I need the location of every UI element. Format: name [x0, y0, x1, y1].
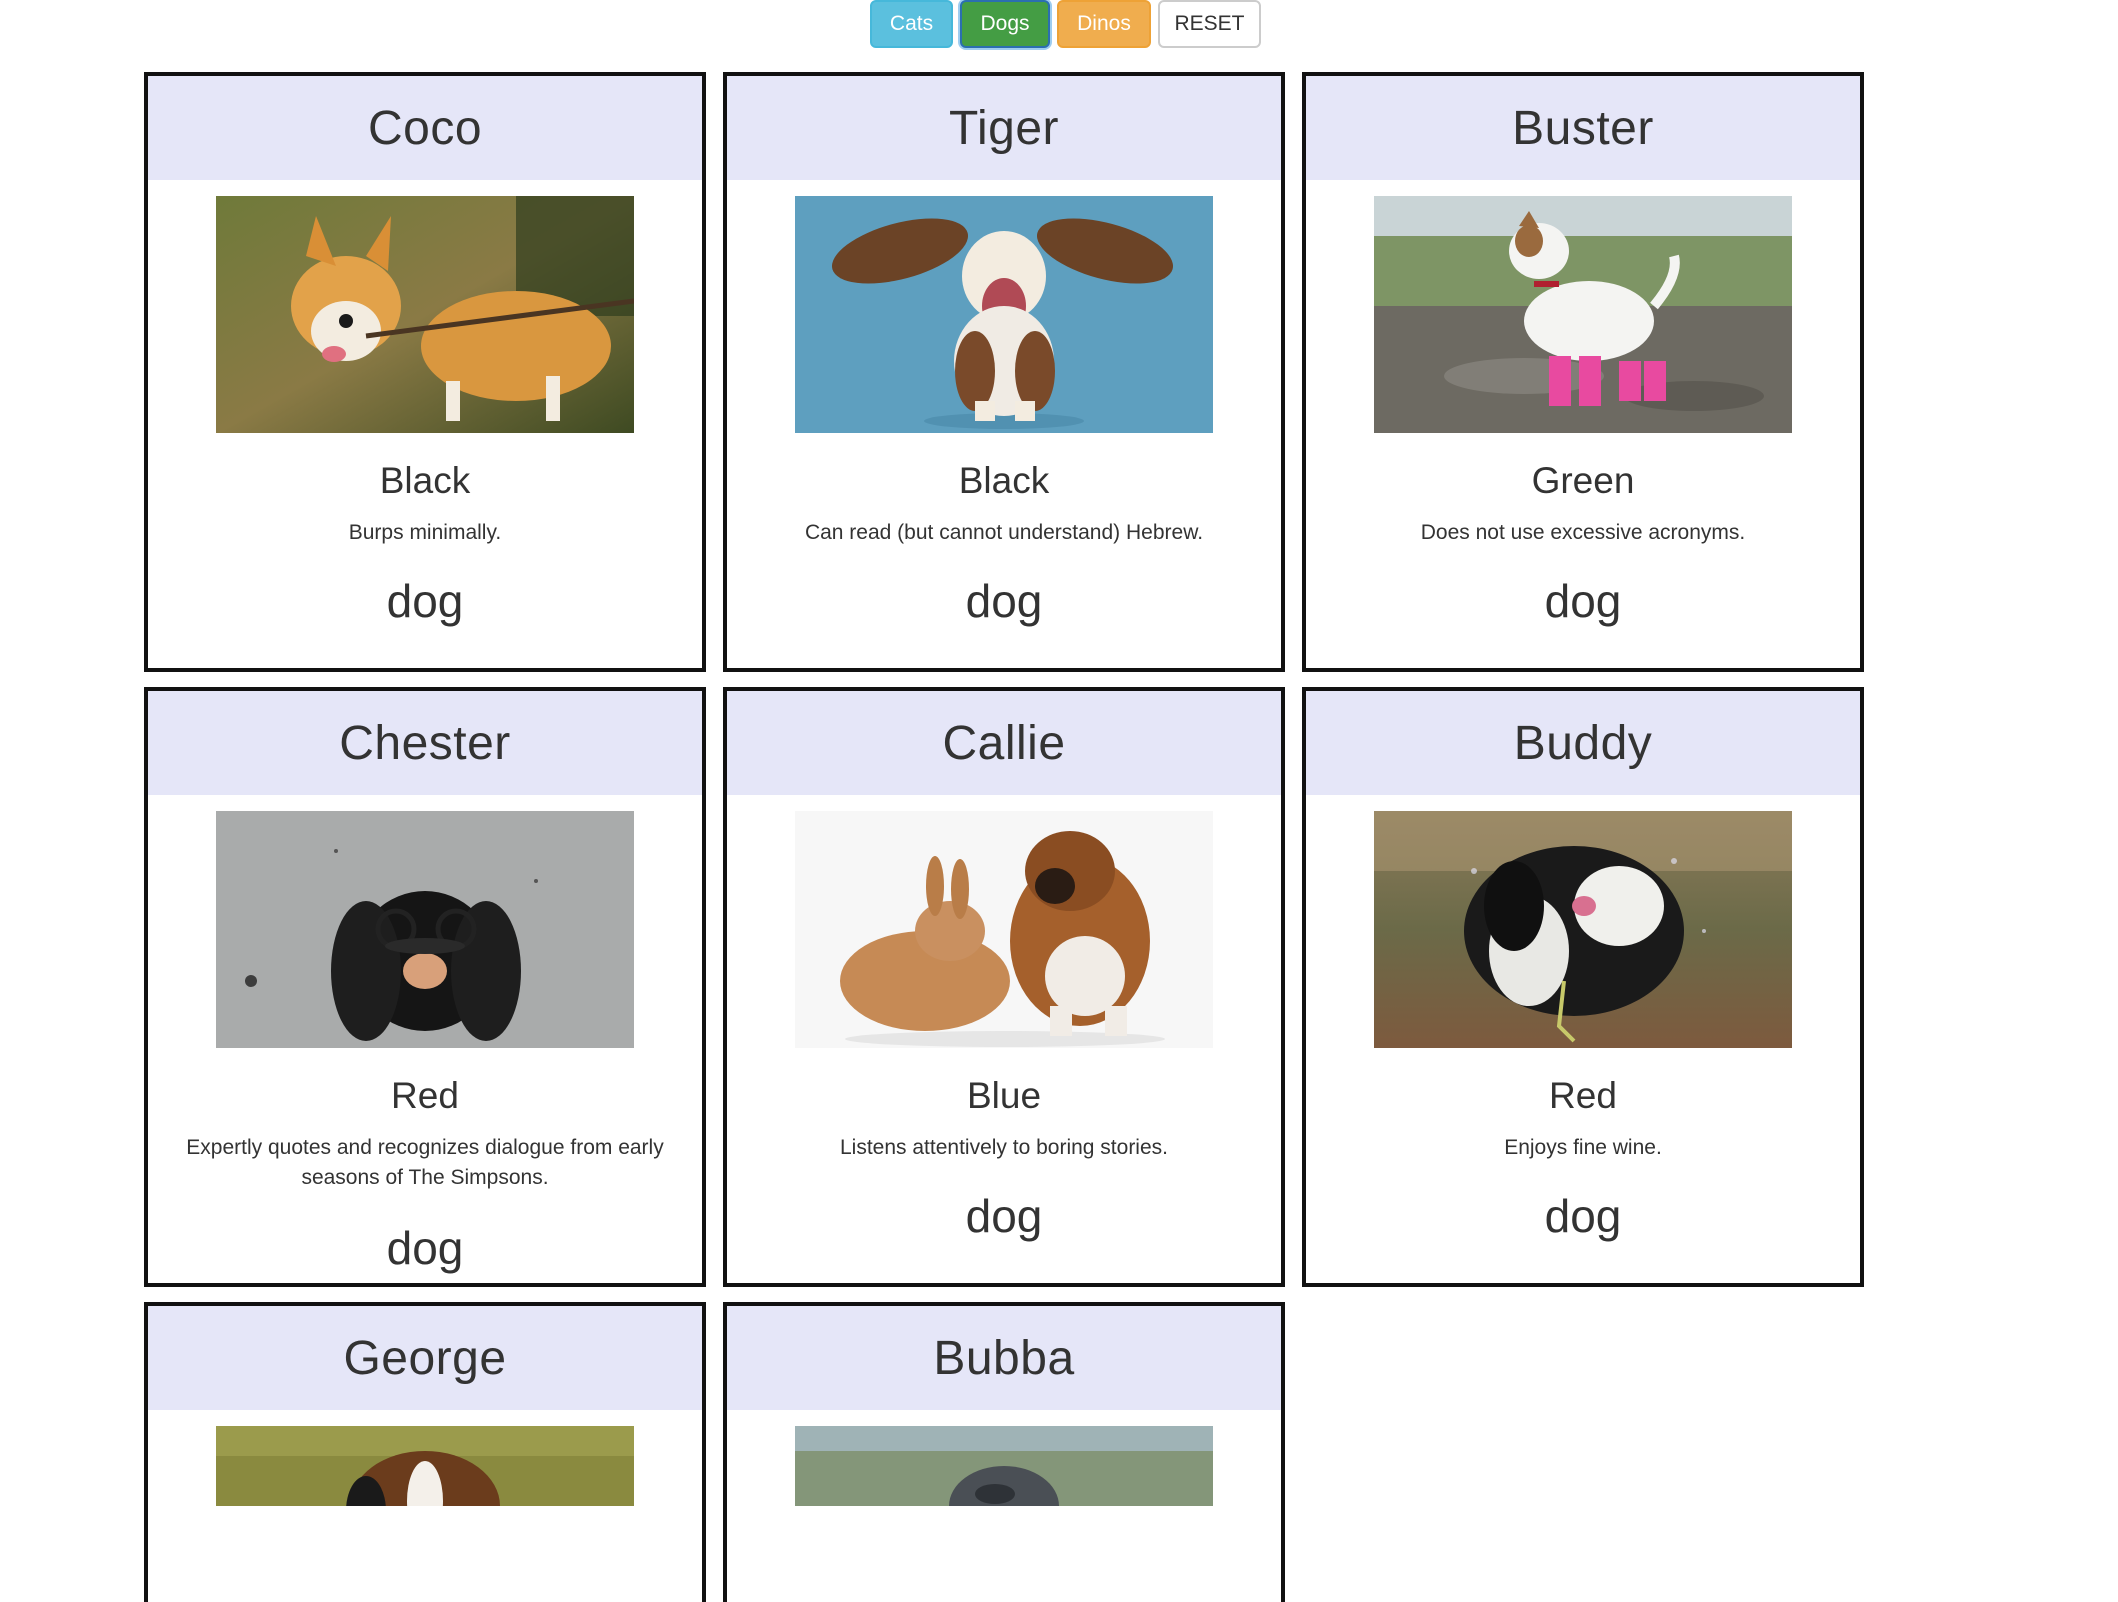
pet-type: dog — [1544, 1190, 1622, 1242]
pet-type: dog — [386, 1222, 464, 1274]
pet-name: Callie — [727, 691, 1281, 795]
pet-type: dog — [965, 1190, 1043, 1242]
cats-filter-button[interactable]: Cats — [870, 0, 953, 48]
pet-description: Expertly quotes and recognizes dialogue … — [186, 1136, 664, 1189]
pet-card: Tiger Black Can read (but cannot underst… — [723, 72, 1285, 672]
pet-card: Buster Green Does not use excessive acro… — [1302, 72, 1864, 672]
spaniel-with-disguise-glasses-photo — [216, 811, 634, 1048]
boxer-puppy-and-rabbit-photo — [795, 811, 1213, 1048]
pet-name: Chester — [148, 691, 702, 795]
pet-card: Chester Red Expertly quotes and recogniz… — [144, 687, 706, 1287]
pet-type: dog — [965, 575, 1043, 627]
pet-color: Red — [391, 1075, 459, 1116]
jack-russell-pink-boots-photo — [1374, 196, 1792, 433]
pet-color: Black — [958, 460, 1050, 501]
pet-color: Red — [1549, 1075, 1617, 1116]
pet-card: George — [144, 1302, 706, 1602]
pet-name: George — [148, 1306, 702, 1410]
pet-color: Black — [379, 460, 471, 501]
wet-dog-shaking-photo — [1374, 811, 1792, 1048]
reset-button[interactable]: RESET — [1158, 0, 1261, 48]
pet-description: Can read (but cannot understand) Hebrew. — [804, 521, 1204, 544]
pet-name: Buster — [1306, 76, 1860, 180]
pet-type: dog — [386, 575, 464, 627]
corgi-with-stick-photo — [216, 196, 634, 433]
pet-name: Coco — [148, 76, 702, 180]
basset-hound-flying-ears-photo — [795, 196, 1213, 433]
pet-description: Listens attentively to boring stories. — [839, 1136, 1168, 1159]
pet-name: Bubba — [727, 1306, 1281, 1410]
pet-card: Buddy Red Enjoys fine wine. dog — [1302, 687, 1864, 1287]
pet-name: Tiger — [727, 76, 1281, 180]
pet-card: Coco Black Burps minimally. dog — [144, 72, 706, 672]
pet-color: Green — [1531, 460, 1635, 501]
pet-description: Does not use excessive acronyms. — [1420, 521, 1746, 544]
pet-description: Burps minimally. — [348, 521, 502, 544]
pet-type: dog — [1544, 575, 1622, 627]
basset-hound-grass-photo — [216, 1426, 634, 1506]
greyhound-landscape-photo — [795, 1426, 1213, 1506]
dogs-filter-button[interactable]: Dogs — [960, 0, 1050, 48]
dinos-filter-button[interactable]: Dinos — [1057, 0, 1151, 48]
pet-color: Blue — [966, 1075, 1042, 1116]
pet-card: Bubba — [723, 1302, 1285, 1602]
filter-button-group: Cats Dogs Dinos RESET — [870, 0, 1261, 50]
pet-card: Callie Blue Listens attentively to borin… — [723, 687, 1285, 1287]
pet-name: Buddy — [1306, 691, 1860, 795]
pet-description: Enjoys fine wine. — [1504, 1136, 1662, 1159]
